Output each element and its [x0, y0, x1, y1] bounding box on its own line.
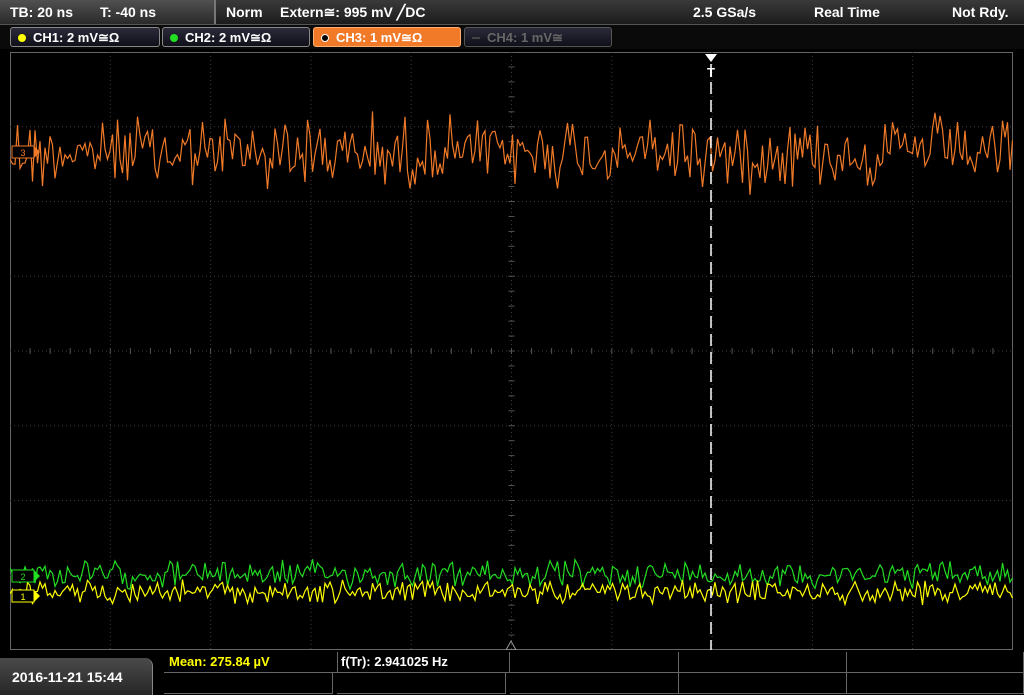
svg-text:3: 3: [20, 148, 25, 158]
measurement-slot-4: [678, 652, 847, 673]
measurement-slot-9: [678, 673, 847, 694]
sample-rate: 2.5 GSa/s: [693, 4, 757, 20]
trigger-source[interactable]: Extern≅: 995 mV ╱DC: [280, 4, 425, 21]
measurement-slot-7: [337, 673, 506, 694]
frequency-measurement: f(Tr): 2.941025 Hz: [337, 652, 510, 673]
trigger-time-value: T: -40 ns: [100, 4, 157, 20]
svg-text:1: 1: [20, 592, 25, 602]
channel-3-indicator-icon: [321, 34, 329, 42]
channel-4-button[interactable]: CH4: 1 mV≅: [464, 27, 612, 47]
measurement-slot-3: [510, 652, 679, 673]
trigger-label: T: [707, 65, 715, 80]
channel-1-indicator-icon: [18, 34, 26, 42]
date-time-panel[interactable]: 2016-11-21 15:44: [0, 658, 153, 695]
measurement-panel[interactable]: Mean: 275.84 µV f(Tr): 2.941025 Hz: [164, 652, 1024, 695]
channel-3-button[interactable]: CH3: 1 mV≅Ω: [313, 27, 461, 47]
channel-2-button[interactable]: CH2: 2 mV≅Ω: [162, 27, 310, 47]
channel-bar: CH1: 2 mV≅Ω CH2: 2 mV≅Ω CH3: 1 mV≅Ω CH4:…: [0, 25, 1024, 49]
channel-3-label: CH3: 1 mV≅Ω: [336, 30, 423, 45]
scope-canvas: T 3 2 1: [9, 51, 1014, 651]
measurement-slot-10: [846, 673, 1024, 694]
acquisition-status: Not Rdy.: [952, 4, 1009, 20]
measurement-slot-8: [510, 673, 679, 694]
measurement-slot-6: [164, 673, 333, 694]
channel-3-offset-marker[interactable]: 3: [11, 145, 40, 159]
channel-2-label: CH2: 2 mV≅Ω: [185, 30, 272, 45]
channel-1-label: CH1: 2 mV≅Ω: [33, 30, 120, 45]
measurement-slot-5: [846, 652, 1024, 673]
acquisition-mode[interactable]: Real Time: [814, 4, 880, 20]
channel-4-indicator-icon: [472, 37, 480, 39]
channel-2-indicator-icon: [170, 34, 178, 42]
timebase-panel[interactable]: TB: 20 ns T: -40 ns: [0, 0, 216, 24]
date-time: 2016-11-21 15:44: [12, 669, 123, 685]
waveform-display[interactable]: T 3 2 1: [9, 51, 1014, 651]
trigger-mode[interactable]: Norm: [226, 4, 263, 20]
channel-1-button[interactable]: CH1: 2 mV≅Ω: [10, 27, 160, 47]
status-bar: TB: 20 ns T: -40 ns Norm Extern≅: 995 mV…: [0, 0, 1024, 25]
mean-measurement: Mean: 275.84 µV: [164, 652, 338, 673]
timebase-value: TB: 20 ns: [10, 4, 74, 20]
channel-4-label: CH4: 1 mV≅: [487, 30, 563, 45]
svg-text:2: 2: [20, 572, 25, 582]
